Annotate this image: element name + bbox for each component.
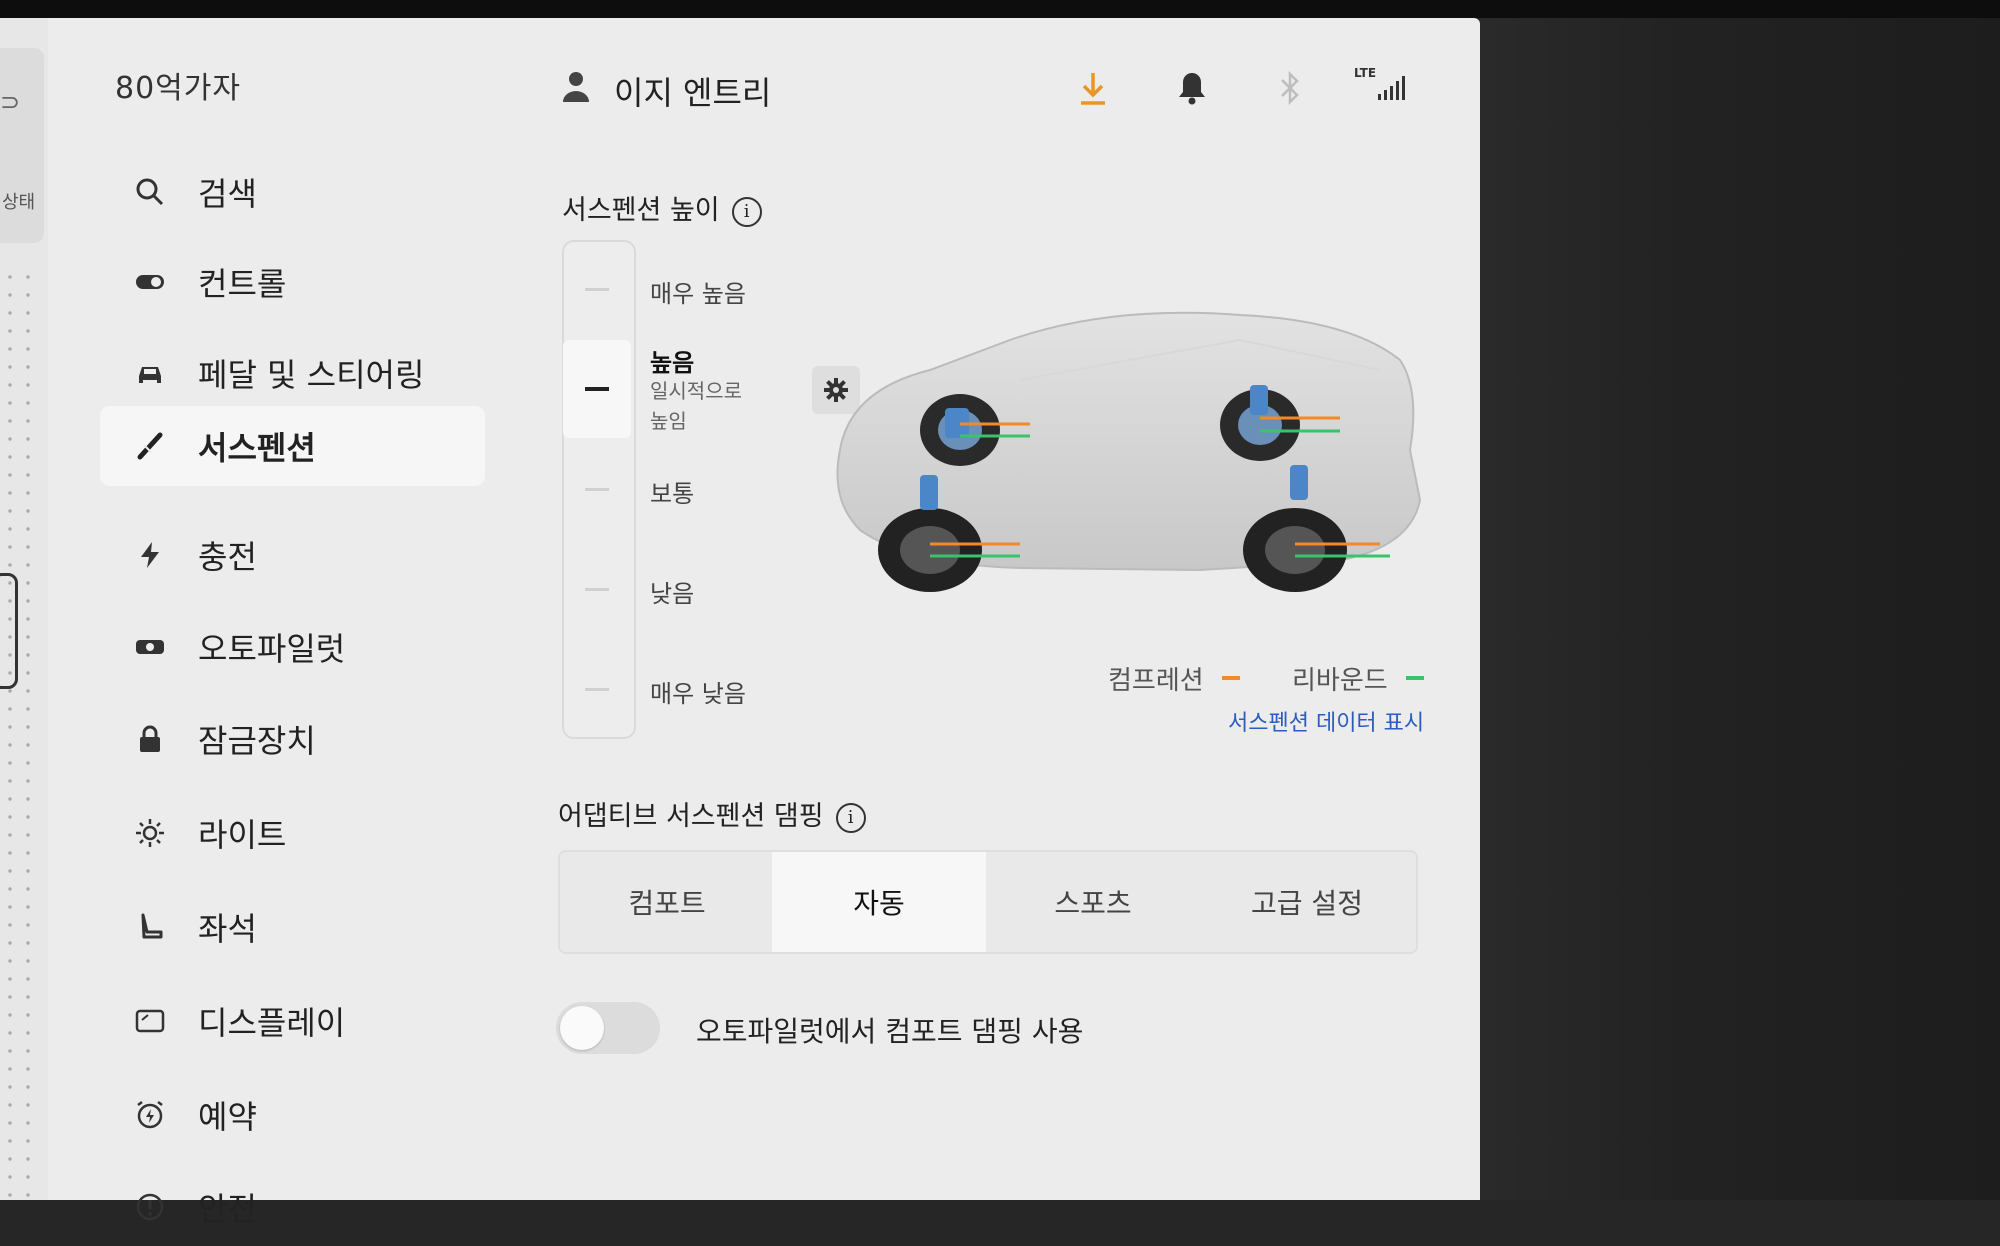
display-icon — [130, 1001, 170, 1041]
bell-icon[interactable] — [1176, 70, 1208, 110]
network-type: LTE — [1354, 66, 1377, 80]
height-tick — [585, 688, 609, 691]
height-tick — [585, 488, 609, 491]
lte-signal-icon: LTE — [1354, 66, 1410, 106]
sidebar-item-label: 페달 및 스티어링 — [198, 356, 425, 394]
toggle-icon — [130, 262, 170, 302]
height-tick — [585, 288, 609, 291]
rear-wheel — [1243, 508, 1347, 592]
damping-option-sport[interactable]: 스포츠 — [986, 852, 1200, 952]
warning-icon — [130, 1187, 170, 1227]
level-normal[interactable]: 보통 — [650, 474, 694, 509]
steering-wheel-icon — [130, 627, 170, 667]
download-icon[interactable] — [1076, 70, 1110, 110]
bluetooth-icon[interactable] — [1278, 70, 1302, 110]
adaptive-damping-title: 어댑티브 서스펜션 댐핑 i — [558, 794, 866, 833]
dot-divider — [26, 268, 30, 1198]
sidebar-item-label: 예약 — [198, 1098, 257, 1136]
rebound-legend-label: 리바운드 — [1292, 666, 1388, 696]
sidebar-item-search[interactable]: 검색 — [100, 153, 485, 231]
level-high[interactable]: 높음 — [650, 343, 694, 378]
sidebar-item-label: 라이트 — [198, 816, 287, 854]
rebound-legend-swatch — [1406, 676, 1424, 680]
damping-mode-selector: 컴포트 자동 스포츠 고급 설정 — [558, 850, 1418, 954]
status-tab-label: 상태 — [2, 192, 36, 213]
sidebar-item-label: 충전 — [198, 538, 257, 576]
sidebar-item-label: 검색 — [198, 175, 257, 213]
show-suspension-data-link[interactable]: 서스펜션 데이터 표시 — [1228, 705, 1424, 737]
height-tick — [585, 588, 609, 591]
section-title-text: 서스펜션 높이 — [562, 195, 720, 226]
sidebar-item-pedals[interactable]: 페달 및 스티어링 — [100, 334, 485, 412]
vehicle-name: 80억가자 — [115, 71, 241, 106]
driver-profile-name[interactable]: 이지 엔트리 — [614, 68, 771, 114]
comfort-damping-toggle[interactable] — [556, 1002, 660, 1054]
dot-divider — [8, 268, 12, 1198]
compression-legend-label: 컴프레션 — [1108, 666, 1204, 696]
damping-option-comfort[interactable]: 컴포트 — [560, 852, 774, 952]
alarm-icon — [130, 1095, 170, 1135]
sidebar-item-charging[interactable]: 충전 — [100, 516, 485, 594]
right-bezel — [1480, 18, 2000, 1200]
height-tick-selected — [585, 387, 609, 391]
search-icon — [130, 172, 170, 212]
level-high-note: 일시적으로 — [650, 379, 742, 403]
sidebar-item-safety[interactable]: 안전 — [100, 1168, 485, 1246]
sidebar-item-label: 디스플레이 — [198, 1004, 346, 1042]
back-icon[interactable]: ⊃ — [0, 88, 20, 116]
sidebar-item-label: 컨트롤 — [198, 265, 287, 303]
sidebar-item-label: 잠금장치 — [198, 722, 316, 760]
seat-icon — [130, 907, 170, 947]
sidebar-item-seats[interactable]: 좌석 — [100, 888, 485, 966]
lock-icon — [130, 719, 170, 759]
level-very-low[interactable]: 매우 낮음 — [650, 674, 746, 709]
car-suspension-visual — [820, 300, 1470, 620]
sidebar-item-label: 오토파일럿 — [198, 630, 346, 668]
top-bezel — [0, 0, 2000, 18]
light-icon — [130, 813, 170, 853]
level-very-high[interactable]: 매우 높음 — [650, 274, 746, 309]
sidebar-item-schedule[interactable]: 예약 — [100, 1076, 485, 1154]
level-low[interactable]: 낮음 — [650, 574, 694, 609]
profile-icon[interactable] — [560, 70, 592, 108]
toggle-knob — [560, 1006, 604, 1050]
sidebar-item-controls[interactable]: 컨트롤 — [100, 243, 485, 321]
sidebar-item-locks[interactable]: 잠금장치 — [100, 700, 485, 778]
level-high-note: 높임 — [650, 409, 687, 433]
sidebar-item-display[interactable]: 디스플레이 — [100, 982, 485, 1060]
sidebar-item-label: 안전 — [198, 1190, 257, 1228]
comfort-damping-toggle-label: 오토파일럿에서 컴포트 댐핑 사용 — [696, 1015, 1084, 1048]
info-icon[interactable]: i — [835, 802, 866, 833]
sidebar-item-suspension[interactable]: 서스펜션 — [100, 406, 485, 486]
sidebar-item-autopilot[interactable]: 오토파일럿 — [100, 608, 485, 686]
sidebar-item-label: 서스펜션 — [198, 429, 316, 467]
suspension-height-title: 서스펜션 높이 i — [562, 188, 762, 227]
front-wheel — [878, 508, 982, 592]
lightning-icon — [130, 535, 170, 575]
info-icon[interactable]: i — [731, 196, 762, 227]
compression-legend-swatch — [1222, 676, 1240, 680]
damping-option-advanced[interactable]: 고급 설정 — [1200, 852, 1414, 952]
damping-option-auto[interactable]: 자동 — [772, 852, 986, 952]
suspension-icon — [130, 426, 170, 466]
car-outline-icon — [0, 573, 18, 689]
section-title-text: 어댑티브 서스펜션 댐핑 — [558, 801, 824, 832]
left-status-strip: ⊃ 상태 — [0, 18, 48, 1200]
sidebar-item-lights[interactable]: 라이트 — [100, 794, 485, 872]
sidebar-item-label: 좌석 — [198, 910, 257, 948]
car-icon — [130, 353, 170, 393]
